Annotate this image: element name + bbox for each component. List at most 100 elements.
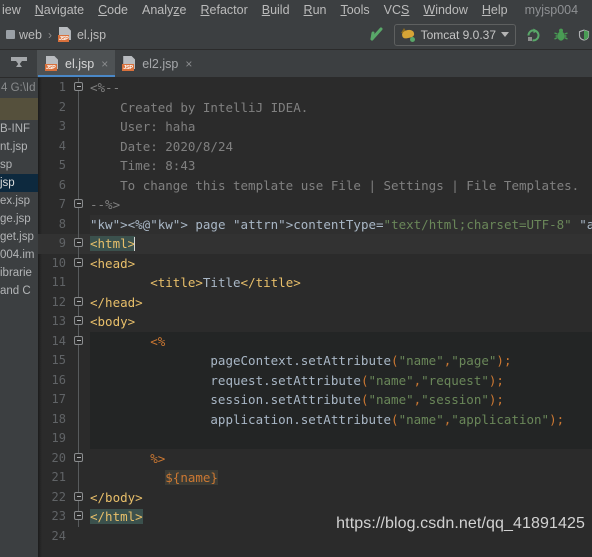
fold-gutter[interactable]: [72, 507, 86, 527]
fold-marker-icon[interactable]: [74, 257, 83, 267]
project-file-row[interactable]: 004.im: [0, 246, 38, 264]
fold-gutter[interactable]: [72, 117, 86, 137]
run-configuration-selector[interactable]: Tomcat 9.0.37: [393, 23, 516, 46]
code-line[interactable]: 14 <%: [38, 331, 592, 351]
make-project-icon[interactable]: [366, 24, 388, 46]
code-line[interactable]: 21 ${name}: [38, 468, 592, 488]
fold-gutter[interactable]: [72, 448, 86, 468]
code-line[interactable]: 22 </body>: [38, 487, 592, 507]
fold-marker-icon[interactable]: [74, 296, 83, 306]
project-file-row[interactable]: sp: [0, 156, 38, 174]
code-line[interactable]: 12 </head>: [38, 292, 592, 312]
code-text: To change this template use File | Setti…: [105, 177, 580, 193]
run-button[interactable]: [522, 24, 544, 46]
fold-marker-icon[interactable]: [74, 511, 83, 520]
code-line[interactable]: 9 <html>: [38, 234, 592, 254]
code-line[interactable]: 13 <body>: [38, 312, 592, 332]
tomcat-icon: [400, 27, 416, 42]
fold-marker-icon[interactable]: [74, 452, 83, 462]
line-number: 9: [58, 236, 66, 250]
run-with-coverage-button[interactable]: [578, 24, 590, 46]
fold-gutter[interactable]: [72, 214, 86, 234]
fold-gutter[interactable]: [72, 195, 86, 215]
code-lines: 1 <%-- 2 Created by IntelliJ IDEA. 3 User: …: [38, 78, 592, 546]
code-line[interactable]: 10 <head>: [38, 253, 592, 273]
fold-gutter[interactable]: [72, 487, 86, 507]
line-number: 13: [51, 314, 66, 328]
fold-gutter[interactable]: [72, 253, 86, 273]
project-file-row[interactable]: nt.jsp: [0, 138, 38, 156]
fold-marker-icon[interactable]: [74, 335, 83, 345]
tab-el-jsp[interactable]: JSP el.jsp ×: [38, 50, 116, 77]
fold-gutter[interactable]: [72, 331, 86, 351]
code-line[interactable]: 11 <title>Title</title>: [38, 273, 592, 293]
fold-marker-icon[interactable]: [74, 82, 83, 91]
fold-gutter[interactable]: [72, 390, 86, 410]
menu-item-build[interactable]: Build: [255, 0, 297, 20]
fold-gutter[interactable]: [72, 312, 86, 332]
fold-marker-icon[interactable]: [74, 491, 83, 501]
menu-item-tools[interactable]: Tools: [333, 0, 376, 20]
code-line[interactable]: 20 %>: [38, 448, 592, 468]
code-text: Created by IntelliJ IDEA.: [105, 99, 309, 115]
menu-item-code[interactable]: Code: [91, 0, 135, 20]
fold-gutter[interactable]: [72, 234, 86, 254]
collapse-expand-icon[interactable]: [0, 50, 38, 77]
code-editor[interactable]: 1 <%-- 2 Created by IntelliJ IDEA. 3 User: …: [38, 78, 592, 557]
fold-gutter[interactable]: [72, 292, 86, 312]
menu-item-view[interactable]: iew: [0, 0, 28, 20]
code-line[interactable]: 1 <%--: [38, 78, 592, 98]
code-line[interactable]: 6 To change this template use File | Set…: [38, 175, 592, 195]
menu-label-refactor: efactor: [209, 3, 248, 17]
code-line[interactable]: 17 session.setAttribute("name","session"…: [38, 390, 592, 410]
code-line[interactable]: 8 "kw"><%@"kw"> page "attrn">contentType=…: [38, 214, 592, 234]
project-file-row[interactable]: and C: [0, 282, 38, 300]
code-line[interactable]: 3 User: haha: [38, 117, 592, 137]
fold-gutter[interactable]: [72, 175, 86, 195]
project-file-row[interactable]: get.jsp: [0, 228, 38, 246]
menu-item-refactor[interactable]: Refactor: [193, 0, 254, 20]
menu-label-build: uild: [270, 3, 290, 17]
fold-gutter[interactable]: [72, 409, 86, 429]
fold-gutter[interactable]: [72, 97, 86, 117]
jsp-file-icon: JSP: [57, 27, 73, 42]
fold-marker-icon[interactable]: [74, 199, 83, 208]
fold-gutter[interactable]: [72, 370, 86, 390]
fold-gutter[interactable]: [72, 351, 86, 371]
code-line[interactable]: 4 Date: 2020/8/24: [38, 136, 592, 156]
project-file-row[interactable]: B-INF: [0, 120, 38, 138]
fold-gutter[interactable]: [72, 468, 86, 488]
breadcrumb-module[interactable]: web: [19, 28, 42, 42]
fold-marker-icon[interactable]: [74, 238, 83, 247]
fold-marker-icon[interactable]: [74, 316, 83, 325]
code-line[interactable]: 2 Created by IntelliJ IDEA.: [38, 97, 592, 117]
fold-gutter[interactable]: [72, 527, 86, 547]
project-file-row[interactable]: jsp: [0, 174, 38, 192]
code-line[interactable]: 19: [38, 429, 592, 449]
fold-gutter[interactable]: [72, 136, 86, 156]
project-file-row[interactable]: ex.jsp: [0, 192, 38, 210]
code-line[interactable]: 16 request.setAttribute("name","request"…: [38, 370, 592, 390]
code-line[interactable]: 7 --%>: [38, 195, 592, 215]
menu-label-window: indow: [435, 3, 468, 17]
fold-gutter[interactable]: [72, 78, 86, 98]
menu-item-window[interactable]: Window: [416, 0, 474, 20]
breadcrumb-file[interactable]: el.jsp: [77, 28, 106, 42]
menu-item-run[interactable]: Run: [297, 0, 334, 20]
menu-item-navigate[interactable]: Navigate: [28, 0, 91, 20]
menu-item-analyze[interactable]: Analyze: [135, 0, 193, 20]
close-icon[interactable]: ×: [185, 57, 192, 71]
code-line[interactable]: 15 pageContext.setAttribute("name","page…: [38, 351, 592, 371]
code-line[interactable]: 18 application.setAttribute("name","appl…: [38, 409, 592, 429]
code-line[interactable]: 5 Time: 8:43: [38, 156, 592, 176]
menu-item-vcs[interactable]: VCS: [377, 0, 417, 20]
tab-el2-jsp[interactable]: JSP el2.jsp ×: [115, 50, 199, 77]
fold-gutter[interactable]: [72, 273, 86, 293]
project-file-row[interactable]: ibrarie: [0, 264, 38, 282]
close-icon[interactable]: ×: [101, 57, 108, 71]
menu-item-help[interactable]: Help: [475, 0, 515, 20]
fold-gutter[interactable]: [72, 429, 86, 449]
fold-gutter[interactable]: [72, 156, 86, 176]
debug-button[interactable]: [550, 24, 572, 46]
project-file-row[interactable]: ge.jsp: [0, 210, 38, 228]
